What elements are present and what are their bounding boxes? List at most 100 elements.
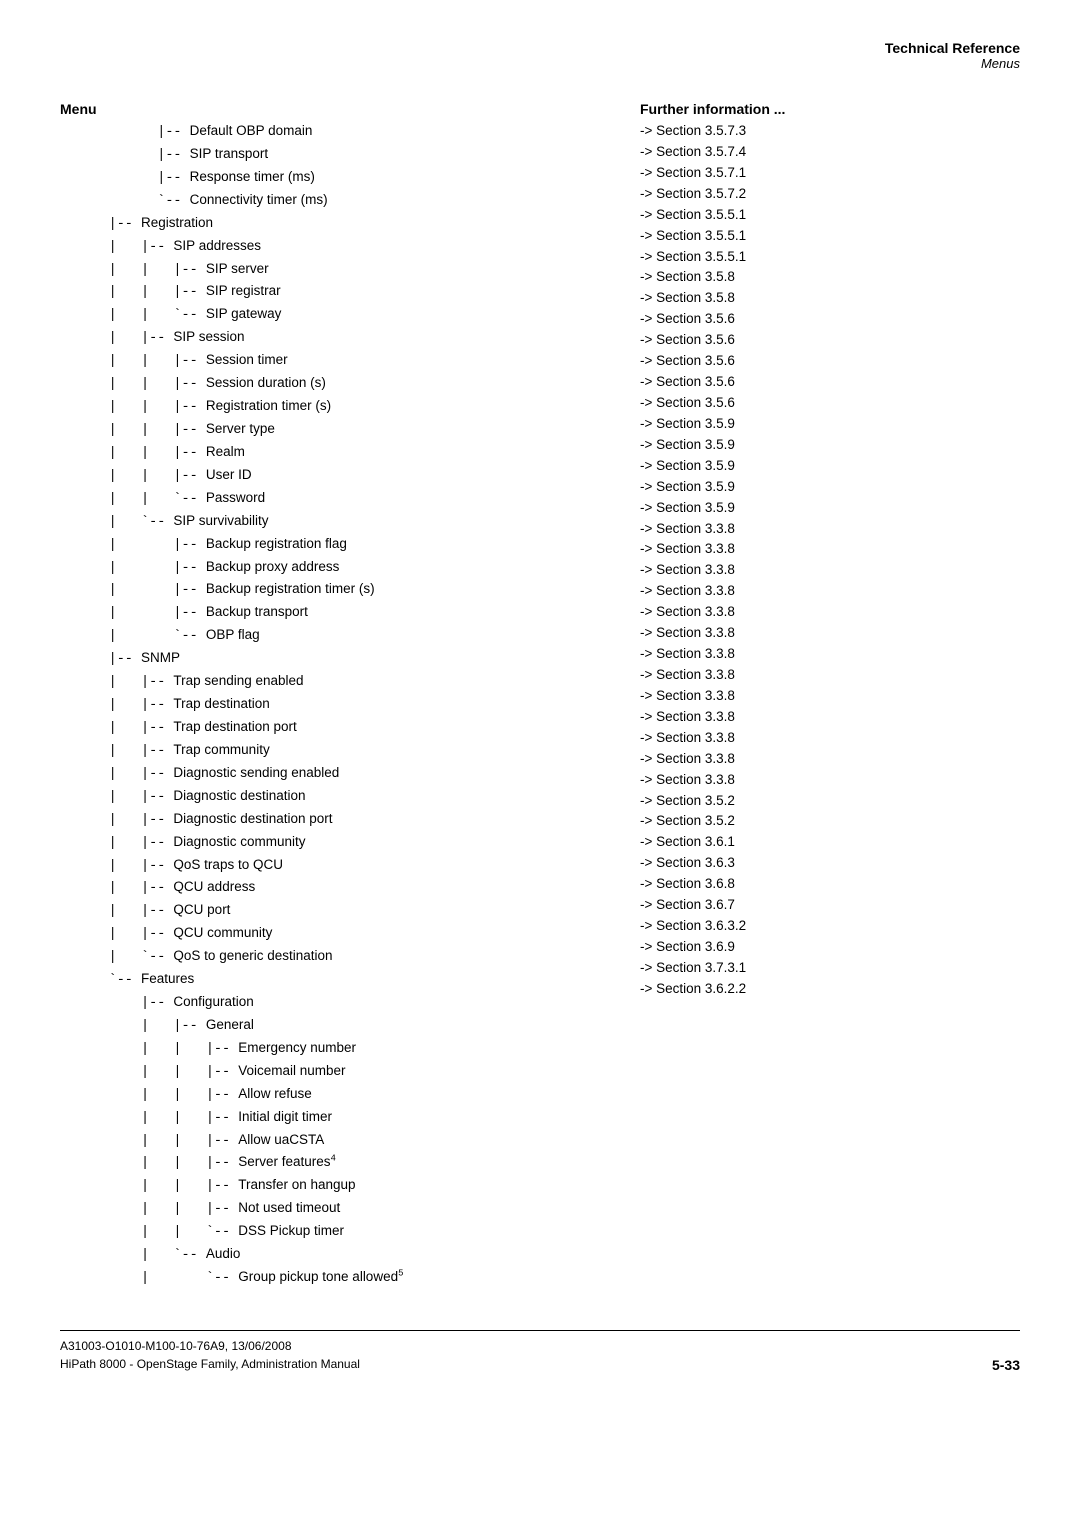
info-item: -> Section 3.3.8 <box>640 644 1020 665</box>
info-item: -> Section 3.3.8 <box>640 560 1020 581</box>
tree-item: | |-- Backup registration timer (s) <box>60 579 620 602</box>
tree-item: | |-- General <box>60 1015 620 1038</box>
tree-item: | | |-- Realm <box>60 442 620 465</box>
tree-item: |-- Default OBP domain <box>60 121 620 144</box>
tree-item: | | |-- Session timer <box>60 350 620 373</box>
tree-label: Group pickup tone allowed <box>238 1269 398 1284</box>
tree-label: Features <box>141 971 194 986</box>
tree-item: | | |-- Voicemail number <box>60 1061 620 1084</box>
tree-item: `-- Connectivity timer (ms) <box>60 190 620 213</box>
tree-indent: | | `-- <box>60 308 206 323</box>
tree-indent: | `-- <box>60 1271 238 1286</box>
tree-item: | | |-- Initial digit timer <box>60 1107 620 1130</box>
tree-label: SIP registrar <box>206 283 281 298</box>
tree-item: | |-- SIP addresses <box>60 236 620 259</box>
tree-label: DSS Pickup timer <box>238 1223 344 1238</box>
tree-label: Realm <box>206 444 245 459</box>
tree-indent: |-- <box>60 652 141 667</box>
info-item: -> Section 3.5.5.1 <box>640 226 1020 247</box>
tree-label: Backup registration flag <box>206 536 347 551</box>
tree-indent: | |-- <box>60 744 173 759</box>
tree-label: OBP flag <box>206 627 260 642</box>
tree-label: Password <box>206 490 265 505</box>
info-item: -> Section 3.5.5.1 <box>640 247 1020 268</box>
tree-indent: | | `-- <box>60 492 206 507</box>
tree-item: | | |-- Server features4 <box>60 1152 620 1175</box>
tree-label: Trap sending enabled <box>173 673 303 688</box>
tree-indent: | | |-- <box>60 1202 238 1217</box>
info-item: -> Section 3.5.6 <box>640 372 1020 393</box>
tree-item: | |-- Trap community <box>60 740 620 763</box>
tree-item: | |-- Trap destination port <box>60 717 620 740</box>
tree-item: | | |-- SIP server <box>60 259 620 282</box>
tree-label: Voicemail number <box>238 1063 345 1078</box>
tree-indent: | | |-- <box>60 1111 238 1126</box>
tree-label: Registration timer (s) <box>206 398 331 413</box>
info-item: -> Section 3.6.3 <box>640 853 1020 874</box>
tree-indent: | | |-- <box>60 1042 238 1057</box>
page-footer: A31003-O1010-M100-10-76A9, 13/06/2008 Hi… <box>60 1330 1020 1373</box>
tree-indent: | | |-- <box>60 400 206 415</box>
tree-label: Default OBP domain <box>190 123 313 138</box>
tree-indent: | |-- <box>60 561 206 576</box>
tree-indent: | | |-- <box>60 1179 238 1194</box>
tree-item: | | |-- Server type <box>60 419 620 442</box>
info-item: -> Section 3.5.9 <box>640 498 1020 519</box>
info-item: -> Section 3.5.9 <box>640 435 1020 456</box>
tree-indent: | |-- <box>60 859 173 874</box>
tree-indent: | |-- <box>60 675 173 690</box>
info-item: -> Section 3.3.8 <box>640 770 1020 791</box>
tree-indent: | | |-- <box>60 285 206 300</box>
tree-label: Response timer (ms) <box>190 169 315 184</box>
tree-label: SIP server <box>206 261 269 276</box>
tree-item: | | |-- User ID <box>60 465 620 488</box>
tree-label: Initial digit timer <box>238 1109 332 1124</box>
main-content: Menu |-- Default OBP domain |-- SIP tran… <box>60 101 1020 1290</box>
tree-item: | `-- Audio <box>60 1244 620 1267</box>
tree-item: |-- Configuration <box>60 992 620 1015</box>
tree-indent: |-- <box>60 148 190 163</box>
tree-item: | | |-- Emergency number <box>60 1038 620 1061</box>
tree-item: | `-- SIP survivability <box>60 511 620 534</box>
info-item: -> Section 3.3.8 <box>640 707 1020 728</box>
info-item: -> Section 3.6.2.2 <box>640 979 1020 1000</box>
tree-indent: `-- <box>60 973 141 988</box>
tree-item: | |-- QCU community <box>60 923 620 946</box>
tree-indent: | | |-- <box>60 446 206 461</box>
tree-indent: | |-- <box>60 1019 206 1034</box>
tree-label: Allow uaCSTA <box>238 1132 324 1147</box>
info-item: -> Section 3.5.6 <box>640 330 1020 351</box>
tree-indent: | `-- <box>60 950 173 965</box>
tree-label: QCU community <box>173 925 272 940</box>
tree-label: Backup proxy address <box>206 559 340 574</box>
tree-indent: | | |-- <box>60 1156 238 1171</box>
info-list: -> Section 3.5.7.3-> Section 3.5.7.4-> S… <box>640 121 1020 1000</box>
info-item: -> Section 3.5.2 <box>640 791 1020 812</box>
tree-indent: | |-- <box>60 790 173 805</box>
tree-label: SIP transport <box>190 146 269 161</box>
page: Technical Reference Menus Menu |-- Defau… <box>0 0 1080 1528</box>
tree-label: Diagnostic sending enabled <box>173 765 339 780</box>
tree-item: | | |-- Transfer on hangup <box>60 1175 620 1198</box>
tree-item: | | |-- Allow refuse <box>60 1084 620 1107</box>
tree-item: | | `-- DSS Pickup timer <box>60 1221 620 1244</box>
info-item: -> Section 3.3.8 <box>640 539 1020 560</box>
tree-item: | `-- QoS to generic destination <box>60 946 620 969</box>
tree-label: Backup registration timer (s) <box>206 581 375 596</box>
tree-indent: | |-- <box>60 721 173 736</box>
tree-label: Allow refuse <box>238 1086 312 1101</box>
info-item: -> Section 3.5.6 <box>640 393 1020 414</box>
tree-indent: | |-- <box>60 881 173 896</box>
tree-label: Not used timeout <box>238 1200 340 1215</box>
header-title: Technical Reference <box>60 40 1020 56</box>
info-item: -> Section 3.6.3.2 <box>640 916 1020 937</box>
info-item: -> Section 3.6.9 <box>640 937 1020 958</box>
tree-indent: | | |-- <box>60 1088 238 1103</box>
tree-label: Configuration <box>173 994 253 1009</box>
tree-indent: | |-- <box>60 583 206 598</box>
tree-indent: | `-- <box>60 629 206 644</box>
tree-label: SIP addresses <box>173 238 261 253</box>
tree-label: Audio <box>206 1246 241 1261</box>
tree-item: | |-- QoS traps to QCU <box>60 855 620 878</box>
tree-indent: | | |-- <box>60 354 206 369</box>
